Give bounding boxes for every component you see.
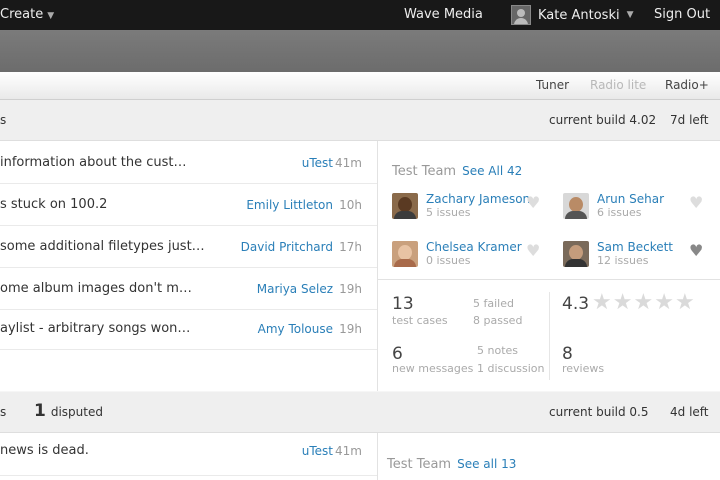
message-author[interactable]: uTest (302, 444, 333, 458)
discussion-count: 1 discussion (477, 362, 545, 375)
message-time: 41m (335, 156, 362, 170)
message-time: 19h (339, 282, 362, 296)
company-link[interactable]: Wave Media (404, 7, 483, 22)
heart-icon[interactable]: ♥ (526, 193, 540, 212)
reviews-count: 8 (562, 344, 573, 364)
star-icon: ★ (592, 290, 613, 315)
current-build: current build 0.5 (549, 405, 649, 419)
message-author[interactable]: Emily Littleton (246, 198, 333, 212)
reviews-label: reviews (562, 362, 605, 375)
message-time: 41m (335, 444, 362, 458)
member-issues: 5 issues (426, 206, 471, 219)
message-author[interactable]: uTest (302, 156, 333, 170)
star-icon: ★ (654, 290, 675, 315)
passed-count: 8 passed (473, 314, 523, 327)
failed-count: 5 failed (473, 297, 514, 310)
message-list: information about the cust… uTest 41m s … (0, 141, 378, 391)
member-issues: 6 issues (597, 206, 642, 219)
time-left: 7d left (670, 113, 709, 127)
team-heading: Test Team See All 42 (392, 164, 522, 179)
divider (378, 279, 720, 280)
see-all-team-link[interactable]: See All 42 (462, 164, 522, 178)
team-member[interactable]: Sam Beckett 12 issues ♥ (563, 240, 720, 275)
messages-label: new messages (392, 362, 474, 375)
chevron-down-icon: ▼ (626, 10, 634, 20)
message-text: some additional filetypes just… (0, 239, 205, 254)
tab-radio-plus[interactable]: Radio+ (665, 78, 709, 92)
message-author[interactable]: David Pritchard (241, 240, 333, 254)
cycle-title-truncated: s (0, 405, 7, 419)
create-menu[interactable]: Create ▼ (0, 7, 54, 22)
team-title: Test Team (387, 457, 452, 472)
current-build: current build 4.02 (549, 113, 657, 127)
heart-icon[interactable]: ♥ (689, 241, 703, 260)
member-issues: 12 issues (597, 254, 649, 267)
message-text: information about the cust… (0, 155, 187, 170)
message-text: ome album images don't m… (0, 281, 192, 296)
header-band (0, 30, 720, 72)
tab-radio-lite: Radio lite (590, 78, 647, 92)
team-member[interactable]: Chelsea Kramer 0 issues ♥ (392, 240, 552, 275)
member-issues: 0 issues (426, 254, 471, 267)
message-text: s stuck on 100.2 (0, 197, 108, 212)
message-text: aylist - arbitrary songs won… (0, 321, 191, 336)
message-time: 17h (339, 240, 362, 254)
member-name[interactable]: Zachary Jameson (426, 192, 530, 206)
team-title: Test Team (392, 164, 457, 179)
messages-count: 6 (392, 344, 403, 364)
disputed-number: 1 (34, 401, 46, 421)
disputed-label: disputed (50, 405, 103, 419)
team-member[interactable]: Zachary Jameson 5 issues ♥ (392, 192, 552, 227)
test-cases-label: test cases (392, 314, 448, 327)
member-name[interactable]: Chelsea Kramer (426, 240, 522, 254)
user-menu[interactable]: Kate Antoski ▼ (511, 5, 634, 25)
chevron-down-icon: ▼ (47, 11, 55, 21)
tab-tuner[interactable]: Tuner (536, 78, 569, 92)
rating-value: 4.3 (562, 294, 590, 314)
message-text: news is dead. (0, 443, 89, 458)
sign-out-link[interactable]: Sign Out (654, 7, 710, 22)
message-time: 10h (339, 198, 362, 212)
test-cycle-header[interactable]: s current build 4.02 7d left (0, 100, 720, 141)
team-heading: Test Team See all 13 (387, 457, 516, 472)
divider (549, 292, 550, 380)
create-label: Create (0, 7, 44, 22)
star-rating: ★★★★★ (592, 290, 696, 315)
star-icon: ★ (674, 290, 696, 315)
message-list: news is dead. uTest 41m (0, 433, 378, 480)
message-author[interactable]: Mariya Selez (257, 282, 333, 296)
product-subnav: Tuner Radio lite Radio+ (0, 72, 720, 100)
avatar (392, 241, 418, 267)
avatar (392, 193, 418, 219)
list-item[interactable]: news is dead. uTest 41m (0, 433, 377, 476)
team-member[interactable]: Arun Sehar 6 issues ♥ (563, 192, 720, 227)
user-name: Kate Antoski (538, 7, 620, 23)
avatar (511, 5, 531, 25)
avatar (563, 241, 589, 267)
heart-icon[interactable]: ♥ (526, 241, 540, 260)
list-item[interactable]: ome album images don't m… Mariya Selez 1… (0, 267, 377, 310)
cycle-title-truncated: s (0, 113, 7, 127)
message-author[interactable]: Amy Tolouse (258, 322, 333, 336)
star-icon: ★ (633, 290, 655, 315)
list-item[interactable]: information about the cust… uTest 41m (0, 141, 377, 184)
see-all-team-link[interactable]: See all 13 (457, 457, 516, 471)
list-item[interactable]: s stuck on 100.2 Emily Littleton 10h (0, 183, 377, 226)
avatar (563, 193, 589, 219)
notes-count: 5 notes (477, 344, 519, 357)
star-icon: ★ (612, 290, 634, 315)
member-name[interactable]: Arun Sehar (597, 192, 664, 206)
list-item[interactable]: aylist - arbitrary songs won… Amy Tolous… (0, 307, 377, 350)
test-cases-count: 13 (392, 294, 414, 314)
member-name[interactable]: Sam Beckett (597, 240, 673, 254)
test-cycle-header[interactable]: s 1 disputed current build 0.5 4d left (0, 392, 720, 433)
list-item[interactable]: some additional filetypes just… David Pr… (0, 225, 377, 268)
heart-icon[interactable]: ♥ (689, 193, 703, 212)
disputed-count: 1 disputed (34, 401, 103, 421)
top-nav-bar: Create ▼ Wave Media Kate Antoski ▼ Sign O… (0, 0, 720, 30)
message-time: 19h (339, 322, 362, 336)
time-left: 4d left (670, 405, 709, 419)
